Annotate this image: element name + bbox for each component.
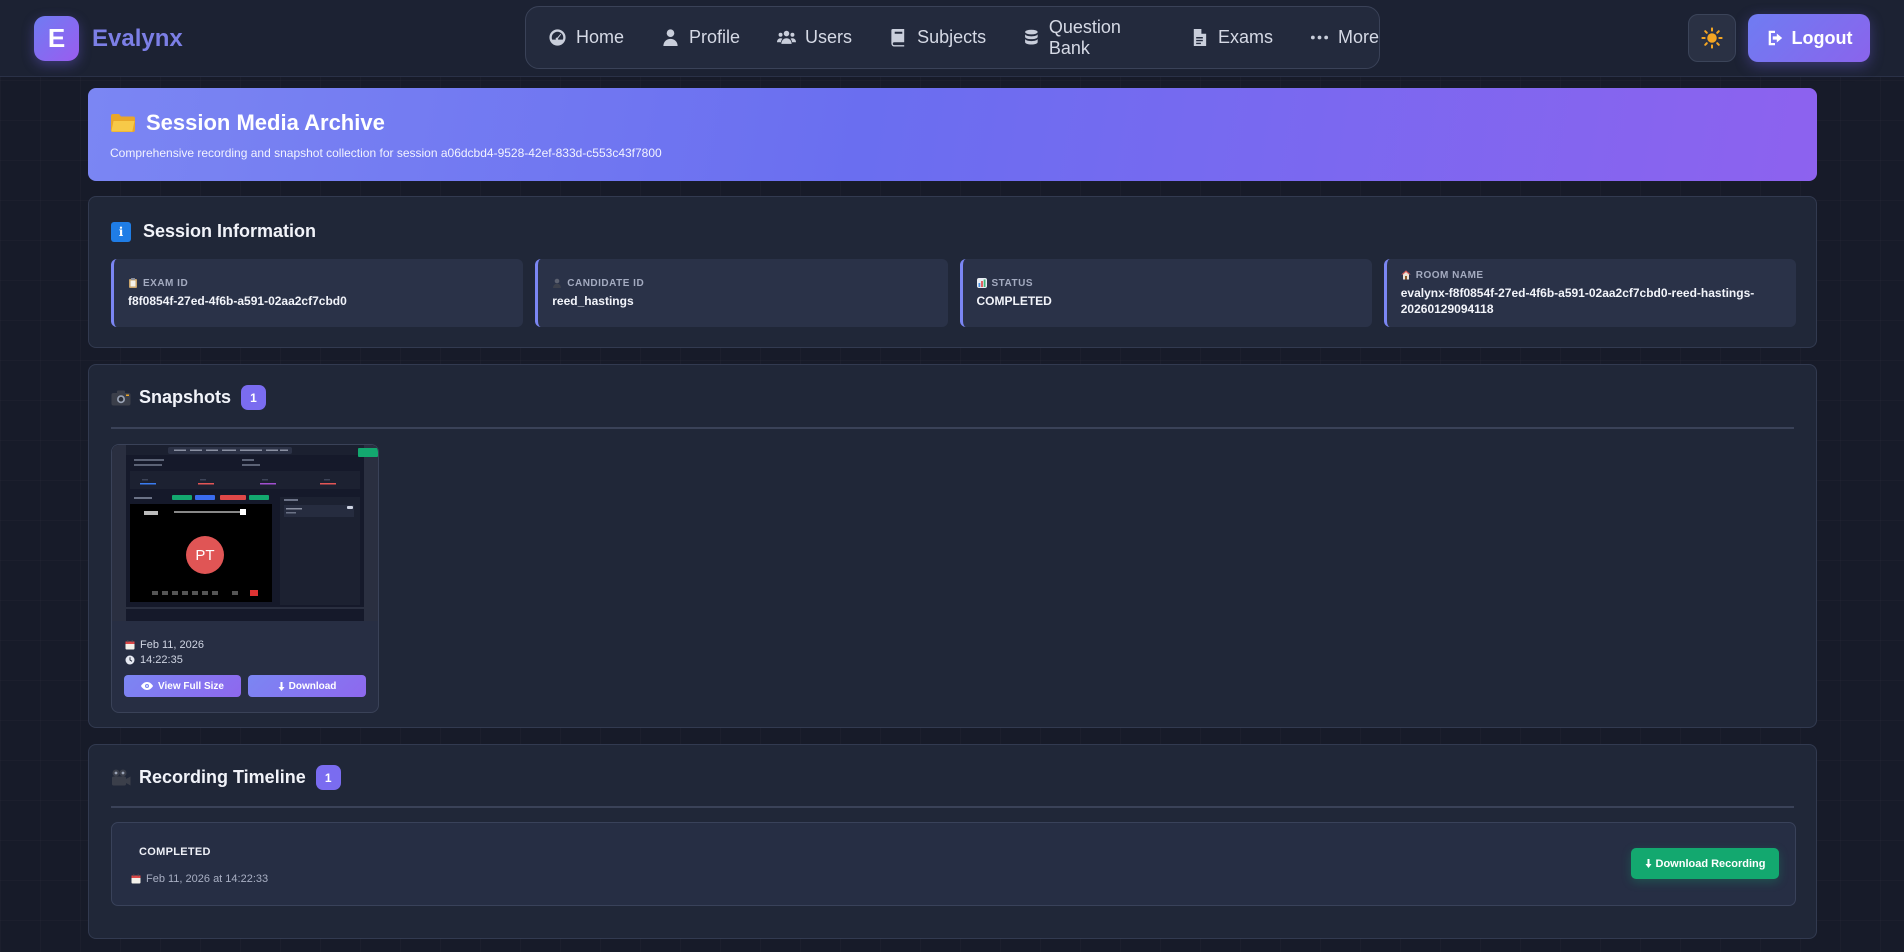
snapshot-time-text: 14:22:35 xyxy=(140,654,183,666)
snapshot-thumbnail[interactable]: PT xyxy=(112,445,378,621)
nav-item-label: Home xyxy=(576,27,625,47)
brand-name: Evalynx xyxy=(92,24,183,52)
logout-button[interactable]: Logout xyxy=(1748,14,1870,62)
info-label: ROOM NAME xyxy=(1401,270,1782,281)
users-icon xyxy=(777,30,797,44)
page-header-banner: Session Media Archive Comprehensive reco… xyxy=(88,88,1817,181)
view-full-size-label: View Full Size xyxy=(158,680,224,692)
recording-timeline-card: Recording Timeline 1 COMPLETED Feb 11, 2… xyxy=(88,744,1817,939)
snapshot-count-badge: 1 xyxy=(241,385,267,410)
brand[interactable]: E Evalynx xyxy=(34,16,183,61)
session-info-grid: EXAM ID f8f0854f-27ed-4f6b-a591-02aa2cf7… xyxy=(111,259,1796,327)
nav-item-users[interactable]: Users xyxy=(777,27,852,48)
status-value: COMPLETED xyxy=(976,293,1052,308)
info-icon: i xyxy=(111,221,131,242)
page-subtitle: Comprehensive recording and snapshot col… xyxy=(110,146,662,160)
ellipsis-icon xyxy=(1310,35,1329,40)
calendar-icon xyxy=(131,874,141,884)
video-camera-icon xyxy=(112,769,131,786)
status-field: STATUS COMPLETED xyxy=(959,259,1372,327)
snapshots-card: Snapshots 1 PT Feb 11, 2026 14:22:35 Vie… xyxy=(88,364,1817,728)
eye-icon xyxy=(141,682,154,690)
user-icon xyxy=(663,29,678,47)
brand-logo: E xyxy=(34,16,79,61)
camera-icon xyxy=(111,390,131,405)
database-icon xyxy=(1025,29,1038,45)
nav-item-label: Profile xyxy=(689,27,741,47)
house-icon xyxy=(1401,270,1411,280)
exam-id-value: f8f0854f-27ed-4f6b-a591-02aa2cf7cbd0 xyxy=(128,293,347,308)
info-label-text: ROOM NAME xyxy=(1415,269,1484,281)
main-nav: Home Profile Users Subjects Question Ban… xyxy=(525,6,1380,69)
recording-count-badge: 1 xyxy=(315,765,341,790)
nav-item-exams[interactable]: Exams xyxy=(1190,27,1273,48)
dashboard-icon xyxy=(549,29,566,46)
nav-item-home[interactable]: Home xyxy=(548,27,624,48)
page-title-text: Session Media Archive xyxy=(146,110,385,135)
nav-item-label: Question Bank xyxy=(1048,16,1121,58)
clock-icon xyxy=(125,655,135,665)
section-divider xyxy=(111,427,1794,429)
calendar-icon xyxy=(125,640,135,650)
download-arrow-icon xyxy=(278,681,285,691)
info-label-text: STATUS xyxy=(991,277,1034,289)
snapshot-date: Feb 11, 2026 xyxy=(125,639,204,651)
room-name-value: evalynx-f8f0854f-27ed-4f6b-a591-02aa2cf7… xyxy=(1400,285,1755,316)
download-recording-button[interactable]: Download Recording xyxy=(1631,848,1779,879)
person-icon xyxy=(553,278,562,288)
recording-date-text: Feb 11, 2026 at 14:22:33 xyxy=(146,873,269,885)
session-info-card: i Session Information EXAM ID f8f0854f-2… xyxy=(88,196,1817,348)
section-title-text: Snapshots xyxy=(139,387,232,407)
room-name-field: ROOM NAME evalynx-f8f0854f-27ed-4f6b-a59… xyxy=(1383,259,1796,327)
recording-item: COMPLETED Feb 11, 2026 at 14:22:33 Downl… xyxy=(111,822,1796,906)
theme-toggle-button[interactable] xyxy=(1688,14,1736,62)
logout-label: Logout xyxy=(1791,27,1853,48)
nav-item-profile[interactable]: Profile xyxy=(661,27,740,48)
nav-item-question-bank[interactable]: Question Bank xyxy=(1023,17,1153,59)
recording-date: Feb 11, 2026 at 14:22:33 xyxy=(131,873,268,885)
download-arrow-icon xyxy=(1645,859,1651,868)
clipboard-icon xyxy=(129,278,137,288)
bar-chart-icon xyxy=(976,278,987,288)
top-navbar: E Evalynx Home Profile Users Subjects Qu… xyxy=(0,0,1904,77)
download-recording-label: Download Recording xyxy=(1655,857,1766,870)
nav-item-label: Users xyxy=(805,27,853,47)
exam-id-field: EXAM ID f8f0854f-27ed-4f6b-a591-02aa2cf7… xyxy=(111,259,524,327)
section-title-text: Recording Timeline xyxy=(139,767,306,787)
session-info-title: i Session Information xyxy=(111,221,316,242)
snapshot-time: 14:22:35 xyxy=(125,654,183,666)
info-label: STATUS xyxy=(976,277,1358,289)
nav-item-more[interactable]: More xyxy=(1310,27,1379,48)
view-full-size-button[interactable]: View Full Size xyxy=(124,675,241,697)
snapshot-screenshot-image: PT xyxy=(112,445,378,621)
info-label-text: EXAM ID xyxy=(143,277,189,289)
candidate-id-value: reed_hastings xyxy=(552,293,634,308)
snapshot-avatar-initials: PT xyxy=(195,547,214,564)
snapshot-card[interactable]: PT Feb 11, 2026 14:22:35 View Full Size … xyxy=(111,444,379,713)
candidate-id-field: CANDIDATE ID reed_hastings xyxy=(535,259,948,327)
download-snapshot-button[interactable]: Download xyxy=(248,675,366,697)
nav-item-label: Exams xyxy=(1217,27,1273,47)
nav-item-label: Subjects xyxy=(917,27,987,47)
sign-out-icon xyxy=(1768,30,1782,46)
sun-icon xyxy=(1701,27,1723,49)
file-icon xyxy=(1193,28,1207,47)
section-divider xyxy=(111,806,1794,808)
recording-status: COMPLETED xyxy=(139,846,211,858)
section-title-text: Session Information xyxy=(143,221,317,241)
nav-item-subjects[interactable]: Subjects xyxy=(889,27,986,48)
folder-icon xyxy=(111,114,135,132)
info-label: CANDIDATE ID xyxy=(552,278,933,289)
book-icon xyxy=(891,28,905,47)
info-label: EXAM ID xyxy=(128,278,509,289)
snapshots-title: Snapshots 1 xyxy=(111,385,267,410)
recording-timeline-title: Recording Timeline 1 xyxy=(111,765,341,790)
snapshot-date-text: Feb 11, 2026 xyxy=(140,639,205,651)
page-title: Session Media Archive xyxy=(110,110,1795,136)
info-label-text: CANDIDATE ID xyxy=(567,277,645,289)
download-snapshot-label: Download xyxy=(288,680,337,692)
nav-item-label: More xyxy=(1337,27,1379,47)
